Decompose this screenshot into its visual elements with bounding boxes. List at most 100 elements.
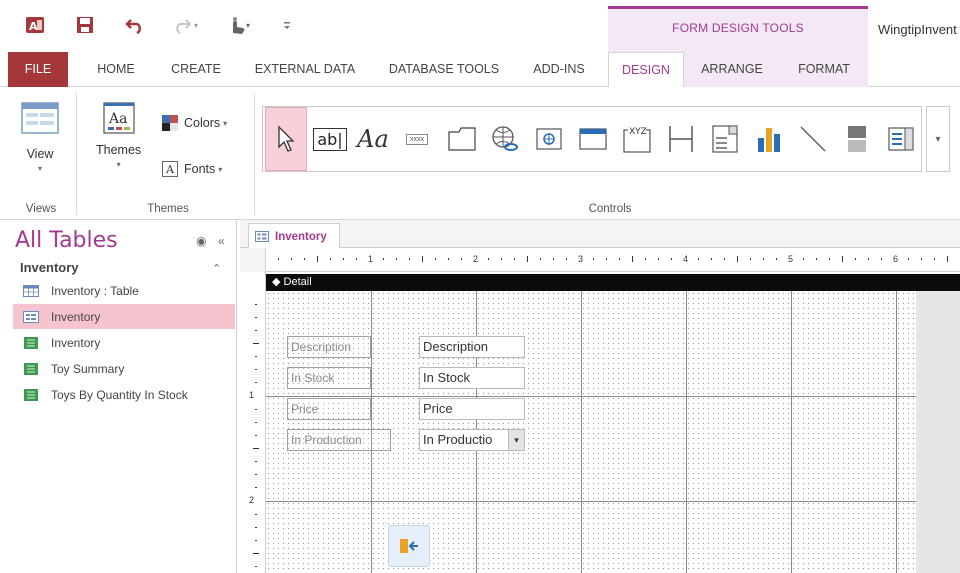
undo-icon[interactable] xyxy=(124,14,146,36)
web-browser-icon[interactable] xyxy=(529,107,569,171)
horizontal-ruler[interactable]: 1 2 3 4 5 6 xyxy=(240,248,960,272)
colors-icon xyxy=(162,115,178,131)
themes-button[interactable]: Aa Themes ▾ xyxy=(96,101,141,169)
label-description[interactable]: Description xyxy=(287,336,371,358)
touch-mode-icon[interactable]: ▾ xyxy=(226,14,256,36)
textbox-in-stock[interactable]: In Stock xyxy=(419,367,525,389)
themes-label: Themes xyxy=(96,143,142,157)
line-icon[interactable] xyxy=(793,107,833,171)
views-group-label: Views xyxy=(25,203,57,215)
ruler-number: 4 xyxy=(683,254,689,264)
hyperlink-icon[interactable] xyxy=(485,107,525,171)
report-icon xyxy=(24,388,38,401)
gallery-more-button[interactable]: ▾ xyxy=(926,106,950,172)
document-tab-inventory[interactable]: Inventory xyxy=(248,223,340,249)
button-icon[interactable]: xxxx xyxy=(397,107,437,171)
label-in-stock[interactable]: In Stock xyxy=(287,367,371,389)
tab-database-tools[interactable]: DATABASE TOOLS xyxy=(376,52,512,87)
grid-line xyxy=(686,291,687,573)
form-icon xyxy=(23,310,39,323)
tab-home[interactable]: HOME xyxy=(84,52,148,87)
ribbon-tab-bar: FILE HOME CREATE EXTERNAL DATA DATABASE … xyxy=(0,52,960,88)
tab-create[interactable]: CREATE xyxy=(160,52,232,87)
nav-item-inventory-report[interactable]: Inventory xyxy=(13,330,235,355)
svg-text:Aa: Aa xyxy=(108,111,127,127)
select-pointer-icon[interactable] xyxy=(265,107,307,171)
form-selector[interactable] xyxy=(240,248,266,272)
nav-item-label: Inventory xyxy=(51,335,101,350)
nav-pane-title[interactable]: All Tables xyxy=(15,228,118,253)
form-icon xyxy=(255,231,269,242)
nav-item-inventory-table[interactable]: Inventory : Table xyxy=(13,278,235,303)
tab-add-ins[interactable]: ADD-INS xyxy=(522,52,596,87)
access-logo-icon[interactable]: A xyxy=(24,14,46,36)
textbox-price[interactable]: Price xyxy=(419,398,525,420)
title-bar: A ▾ ▾ FORM DESIGN TOOLS WingtipInvent xyxy=(0,0,960,52)
combo-box-icon[interactable] xyxy=(705,107,745,171)
label-in-production[interactable]: In Production xyxy=(287,429,391,451)
nav-item-toys-by-quantity[interactable]: Toys By Quantity In Stock xyxy=(13,382,235,407)
navigation-pane: All Tables ◉ « Inventory ⌃ Inventory : T… xyxy=(0,220,237,573)
toggle-button-icon[interactable] xyxy=(837,107,877,171)
customize-qat-icon[interactable] xyxy=(276,14,298,36)
grid-line xyxy=(581,291,582,573)
collapse-group-icon[interactable]: ⌃ xyxy=(212,262,221,275)
grid-line xyxy=(266,501,916,502)
textbox-description[interactable]: Description xyxy=(419,336,525,358)
navigation-control-icon[interactable] xyxy=(573,107,613,171)
ruler-number: 6 xyxy=(893,254,899,264)
option-group-icon[interactable]: XYZ xyxy=(617,107,657,171)
window-title: WingtipInvent xyxy=(878,22,957,37)
tab-design[interactable]: DESIGN xyxy=(608,52,684,88)
svg-text:XYZ: XYZ xyxy=(629,127,647,137)
chevron-down-icon: ▾ xyxy=(37,164,42,173)
themes-group-label: Themes xyxy=(147,203,189,215)
label-price[interactable]: Price xyxy=(287,398,371,420)
ruler-number: 1 xyxy=(249,390,255,400)
chart-icon[interactable] xyxy=(749,107,789,171)
form-navigation-button[interactable] xyxy=(388,525,430,567)
report-icon xyxy=(24,336,38,349)
vertical-ruler-ticks xyxy=(253,304,259,567)
nav-item-inventory-form[interactable]: Inventory xyxy=(13,304,235,329)
chevron-down-icon: ▾ xyxy=(223,118,228,128)
redo-icon[interactable]: ▾ xyxy=(170,14,204,36)
combobox-value: In Productio xyxy=(423,432,493,447)
document-tab-strip: Inventory xyxy=(240,220,960,249)
colors-label: Colors xyxy=(184,116,221,130)
colors-button[interactable]: Colors ▾ xyxy=(162,115,227,131)
tab-external-data[interactable]: EXTERNAL DATA xyxy=(246,52,364,87)
list-box-icon[interactable] xyxy=(881,107,921,171)
label-icon[interactable]: Aa xyxy=(353,107,393,171)
fonts-label: Fonts xyxy=(184,162,216,176)
shutter-bar-close-icon[interactable]: « xyxy=(218,234,225,248)
group-divider xyxy=(76,93,77,215)
detail-section-bar[interactable]: ◆ Detail xyxy=(266,274,960,291)
textbox-icon[interactable]: ab| xyxy=(311,107,349,171)
ruler-number: 2 xyxy=(249,495,255,505)
ruler-number: 1 xyxy=(368,254,374,264)
nav-group-header[interactable]: Inventory xyxy=(20,260,79,275)
view-icon xyxy=(21,102,59,134)
table-icon xyxy=(23,284,39,297)
save-icon[interactable] xyxy=(74,14,96,36)
contextual-label: FORM DESIGN TOOLS xyxy=(672,21,804,35)
ruler-number: 2 xyxy=(473,254,479,264)
chevron-down-icon[interactable]: ▾ xyxy=(508,430,524,450)
tab-format[interactable]: FORMAT xyxy=(784,52,864,87)
controls-group-label: Controls xyxy=(588,203,632,215)
vertical-ruler[interactable]: 1 2 xyxy=(240,272,266,573)
group-divider xyxy=(254,93,255,215)
tab-file[interactable]: FILE xyxy=(8,52,68,87)
nav-item-toy-summary[interactable]: Toy Summary xyxy=(13,356,235,381)
form-design-tools-header: FORM DESIGN TOOLS xyxy=(608,6,868,52)
tab-control-icon[interactable] xyxy=(443,107,481,171)
document-tab-label: Inventory xyxy=(275,230,327,243)
tab-arrange[interactable]: ARRANGE xyxy=(690,52,774,87)
page-break-icon[interactable] xyxy=(661,107,701,171)
report-icon xyxy=(24,362,38,375)
view-button[interactable]: View ▾ xyxy=(20,101,60,173)
fonts-button[interactable]: A Fonts ▾ xyxy=(162,161,222,177)
form-background xyxy=(916,291,960,573)
nav-menu-icon[interactable]: ◉ xyxy=(196,234,206,248)
